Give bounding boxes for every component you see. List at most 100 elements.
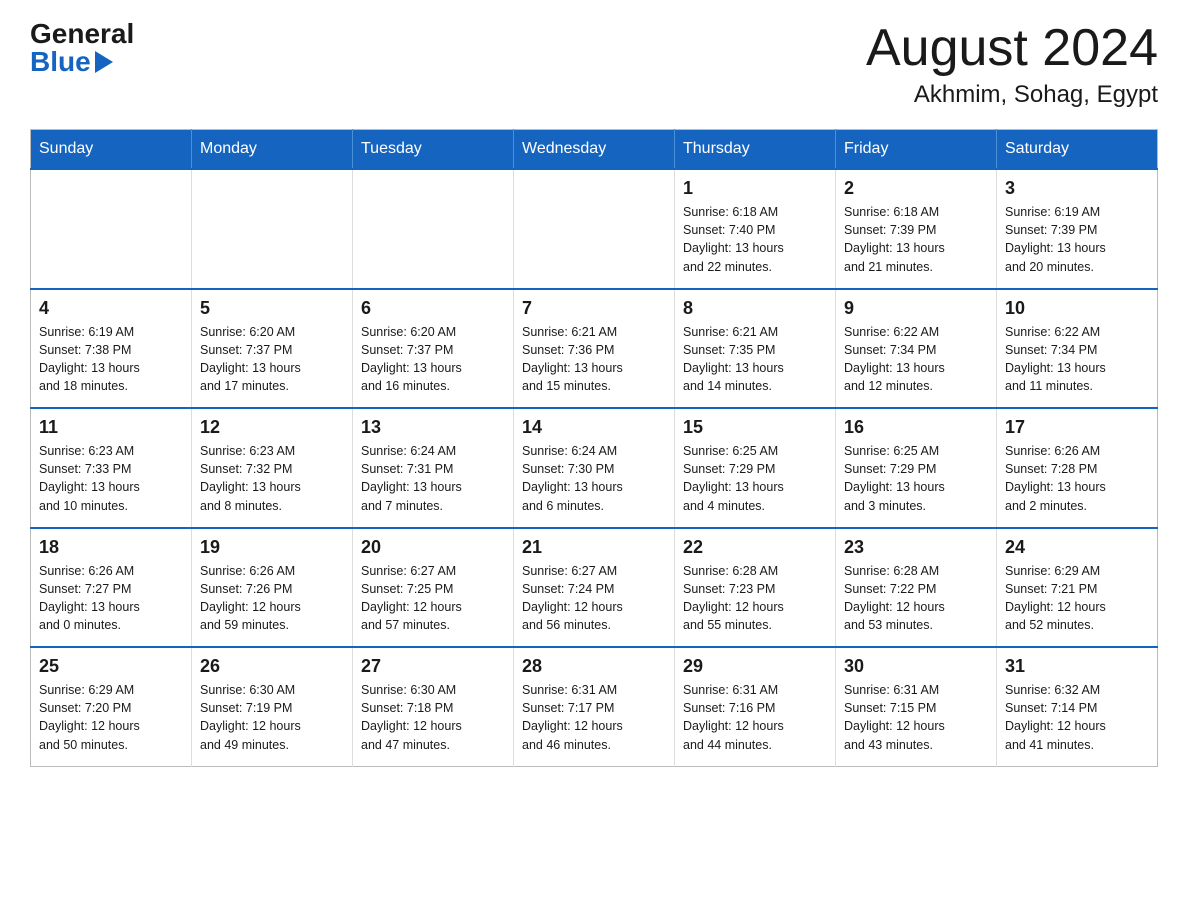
calendar-week-row: 1 Sunrise: 6:18 AMSunset: 7:40 PMDaylight… xyxy=(31,169,1158,289)
weekday-header-thursday: Thursday xyxy=(675,130,836,170)
day-info: Sunrise: 6:29 AMSunset: 7:20 PMDaylight:… xyxy=(39,681,183,754)
day-number: 26 xyxy=(200,656,344,677)
day-number: 10 xyxy=(1005,298,1149,319)
logo-general-text: General xyxy=(30,20,134,48)
weekday-header-saturday: Saturday xyxy=(997,130,1158,170)
location-subtitle: Akhmim, Sohag, Egypt xyxy=(866,81,1158,109)
day-info: Sunrise: 6:18 AMSunset: 7:40 PMDaylight:… xyxy=(683,203,827,276)
day-info: Sunrise: 6:30 AMSunset: 7:19 PMDaylight:… xyxy=(200,681,344,754)
calendar-cell xyxy=(353,169,514,289)
calendar-cell xyxy=(514,169,675,289)
day-info: Sunrise: 6:20 AMSunset: 7:37 PMDaylight:… xyxy=(200,323,344,396)
day-number: 12 xyxy=(200,417,344,438)
day-info: Sunrise: 6:19 AMSunset: 7:39 PMDaylight:… xyxy=(1005,203,1149,276)
day-info: Sunrise: 6:24 AMSunset: 7:30 PMDaylight:… xyxy=(522,442,666,515)
calendar-header-row: SundayMondayTuesdayWednesdayThursdayFrid… xyxy=(31,130,1158,170)
weekday-header-friday: Friday xyxy=(836,130,997,170)
day-number: 17 xyxy=(1005,417,1149,438)
calendar-cell: 19 Sunrise: 6:26 AMSunset: 7:26 PMDayligh… xyxy=(192,528,353,648)
day-number: 27 xyxy=(361,656,505,677)
calendar-cell: 27 Sunrise: 6:30 AMSunset: 7:18 PMDayligh… xyxy=(353,647,514,766)
day-info: Sunrise: 6:21 AMSunset: 7:35 PMDaylight:… xyxy=(683,323,827,396)
day-number: 11 xyxy=(39,417,183,438)
calendar-cell: 29 Sunrise: 6:31 AMSunset: 7:16 PMDayligh… xyxy=(675,647,836,766)
day-info: Sunrise: 6:20 AMSunset: 7:37 PMDaylight:… xyxy=(361,323,505,396)
calendar-cell: 23 Sunrise: 6:28 AMSunset: 7:22 PMDayligh… xyxy=(836,528,997,648)
day-info: Sunrise: 6:28 AMSunset: 7:23 PMDaylight:… xyxy=(683,562,827,635)
calendar-cell: 13 Sunrise: 6:24 AMSunset: 7:31 PMDayligh… xyxy=(353,408,514,528)
day-info: Sunrise: 6:26 AMSunset: 7:26 PMDaylight:… xyxy=(200,562,344,635)
day-info: Sunrise: 6:29 AMSunset: 7:21 PMDaylight:… xyxy=(1005,562,1149,635)
calendar-cell: 7Sunrise: 6:21 AMSunset: 7:36 PMDaylight… xyxy=(514,289,675,409)
day-number: 29 xyxy=(683,656,827,677)
day-number: 19 xyxy=(200,537,344,558)
weekday-header-tuesday: Tuesday xyxy=(353,130,514,170)
day-info: Sunrise: 6:21 AMSunset: 7:36 PMDaylight:… xyxy=(522,323,666,396)
day-info: Sunrise: 6:19 AMSunset: 7:38 PMDaylight:… xyxy=(39,323,183,396)
calendar-cell: 14 Sunrise: 6:24 AMSunset: 7:30 PMDayligh… xyxy=(514,408,675,528)
day-number: 16 xyxy=(844,417,988,438)
calendar-cell: 26 Sunrise: 6:30 AMSunset: 7:19 PMDayligh… xyxy=(192,647,353,766)
day-info: Sunrise: 6:22 AMSunset: 7:34 PMDaylight:… xyxy=(1005,323,1149,396)
calendar-week-row: 11 Sunrise: 6:23 AMSunset: 7:33 PMDayligh… xyxy=(31,408,1158,528)
calendar-cell: 17 Sunrise: 6:26 AMSunset: 7:28 PMDayligh… xyxy=(997,408,1158,528)
calendar-cell: 31Sunrise: 6:32 AMSunset: 7:14 PMDayligh… xyxy=(997,647,1158,766)
calendar-cell: 11 Sunrise: 6:23 AMSunset: 7:33 PMDayligh… xyxy=(31,408,192,528)
day-number: 25 xyxy=(39,656,183,677)
calendar-cell: 21 Sunrise: 6:27 AMSunset: 7:24 PMDayligh… xyxy=(514,528,675,648)
day-info: Sunrise: 6:31 AMSunset: 7:15 PMDaylight:… xyxy=(844,681,988,754)
day-number: 4 xyxy=(39,298,183,319)
day-number: 6 xyxy=(361,298,505,319)
calendar-cell xyxy=(31,169,192,289)
calendar-cell: 15Sunrise: 6:25 AMSunset: 7:29 PMDayligh… xyxy=(675,408,836,528)
weekday-header-monday: Monday xyxy=(192,130,353,170)
day-number: 18 xyxy=(39,537,183,558)
weekday-header-sunday: Sunday xyxy=(31,130,192,170)
calendar-cell: 9 Sunrise: 6:22 AMSunset: 7:34 PMDaylight… xyxy=(836,289,997,409)
calendar-cell: 28Sunrise: 6:31 AMSunset: 7:17 PMDayligh… xyxy=(514,647,675,766)
day-number: 9 xyxy=(844,298,988,319)
day-number: 8 xyxy=(683,298,827,319)
month-year-title: August 2024 xyxy=(866,20,1158,77)
day-info: Sunrise: 6:22 AMSunset: 7:34 PMDaylight:… xyxy=(844,323,988,396)
calendar-cell: 22 Sunrise: 6:28 AMSunset: 7:23 PMDayligh… xyxy=(675,528,836,648)
calendar-cell: 16 Sunrise: 6:25 AMSunset: 7:29 PMDayligh… xyxy=(836,408,997,528)
day-number: 21 xyxy=(522,537,666,558)
day-number: 5 xyxy=(200,298,344,319)
day-info: Sunrise: 6:26 AMSunset: 7:27 PMDaylight:… xyxy=(39,562,183,635)
day-info: Sunrise: 6:23 AMSunset: 7:32 PMDaylight:… xyxy=(200,442,344,515)
day-info: Sunrise: 6:18 AMSunset: 7:39 PMDaylight:… xyxy=(844,203,988,276)
calendar-cell: 20Sunrise: 6:27 AMSunset: 7:25 PMDayligh… xyxy=(353,528,514,648)
calendar-cell: 18 Sunrise: 6:26 AMSunset: 7:27 PMDayligh… xyxy=(31,528,192,648)
page-header: General Blue August 2024 Akhmim, Sohag, … xyxy=(30,20,1158,109)
day-info: Sunrise: 6:27 AMSunset: 7:24 PMDaylight:… xyxy=(522,562,666,635)
day-number: 3 xyxy=(1005,178,1149,199)
calendar-week-row: 4 Sunrise: 6:19 AMSunset: 7:38 PMDaylight… xyxy=(31,289,1158,409)
calendar-cell xyxy=(192,169,353,289)
day-info: Sunrise: 6:28 AMSunset: 7:22 PMDaylight:… xyxy=(844,562,988,635)
title-block: August 2024 Akhmim, Sohag, Egypt xyxy=(866,20,1158,109)
day-info: Sunrise: 6:24 AMSunset: 7:31 PMDaylight:… xyxy=(361,442,505,515)
day-info: Sunrise: 6:26 AMSunset: 7:28 PMDaylight:… xyxy=(1005,442,1149,515)
day-number: 28 xyxy=(522,656,666,677)
day-info: Sunrise: 6:30 AMSunset: 7:18 PMDaylight:… xyxy=(361,681,505,754)
calendar-cell: 12 Sunrise: 6:23 AMSunset: 7:32 PMDayligh… xyxy=(192,408,353,528)
day-number: 14 xyxy=(522,417,666,438)
day-info: Sunrise: 6:27 AMSunset: 7:25 PMDaylight:… xyxy=(361,562,505,635)
logo-triangle-icon xyxy=(95,51,113,73)
day-info: Sunrise: 6:25 AMSunset: 7:29 PMDaylight:… xyxy=(844,442,988,515)
day-number: 22 xyxy=(683,537,827,558)
calendar-cell: 4 Sunrise: 6:19 AMSunset: 7:38 PMDaylight… xyxy=(31,289,192,409)
day-number: 31 xyxy=(1005,656,1149,677)
day-number: 30 xyxy=(844,656,988,677)
day-number: 1 xyxy=(683,178,827,199)
day-info: Sunrise: 6:23 AMSunset: 7:33 PMDaylight:… xyxy=(39,442,183,515)
day-number: 13 xyxy=(361,417,505,438)
day-number: 24 xyxy=(1005,537,1149,558)
day-number: 23 xyxy=(844,537,988,558)
calendar-table: SundayMondayTuesdayWednesdayThursdayFrid… xyxy=(30,129,1158,767)
day-info: Sunrise: 6:31 AMSunset: 7:16 PMDaylight:… xyxy=(683,681,827,754)
calendar-cell: 6 Sunrise: 6:20 AMSunset: 7:37 PMDaylight… xyxy=(353,289,514,409)
logo: General Blue xyxy=(30,20,134,76)
calendar-cell: 8 Sunrise: 6:21 AMSunset: 7:35 PMDaylight… xyxy=(675,289,836,409)
